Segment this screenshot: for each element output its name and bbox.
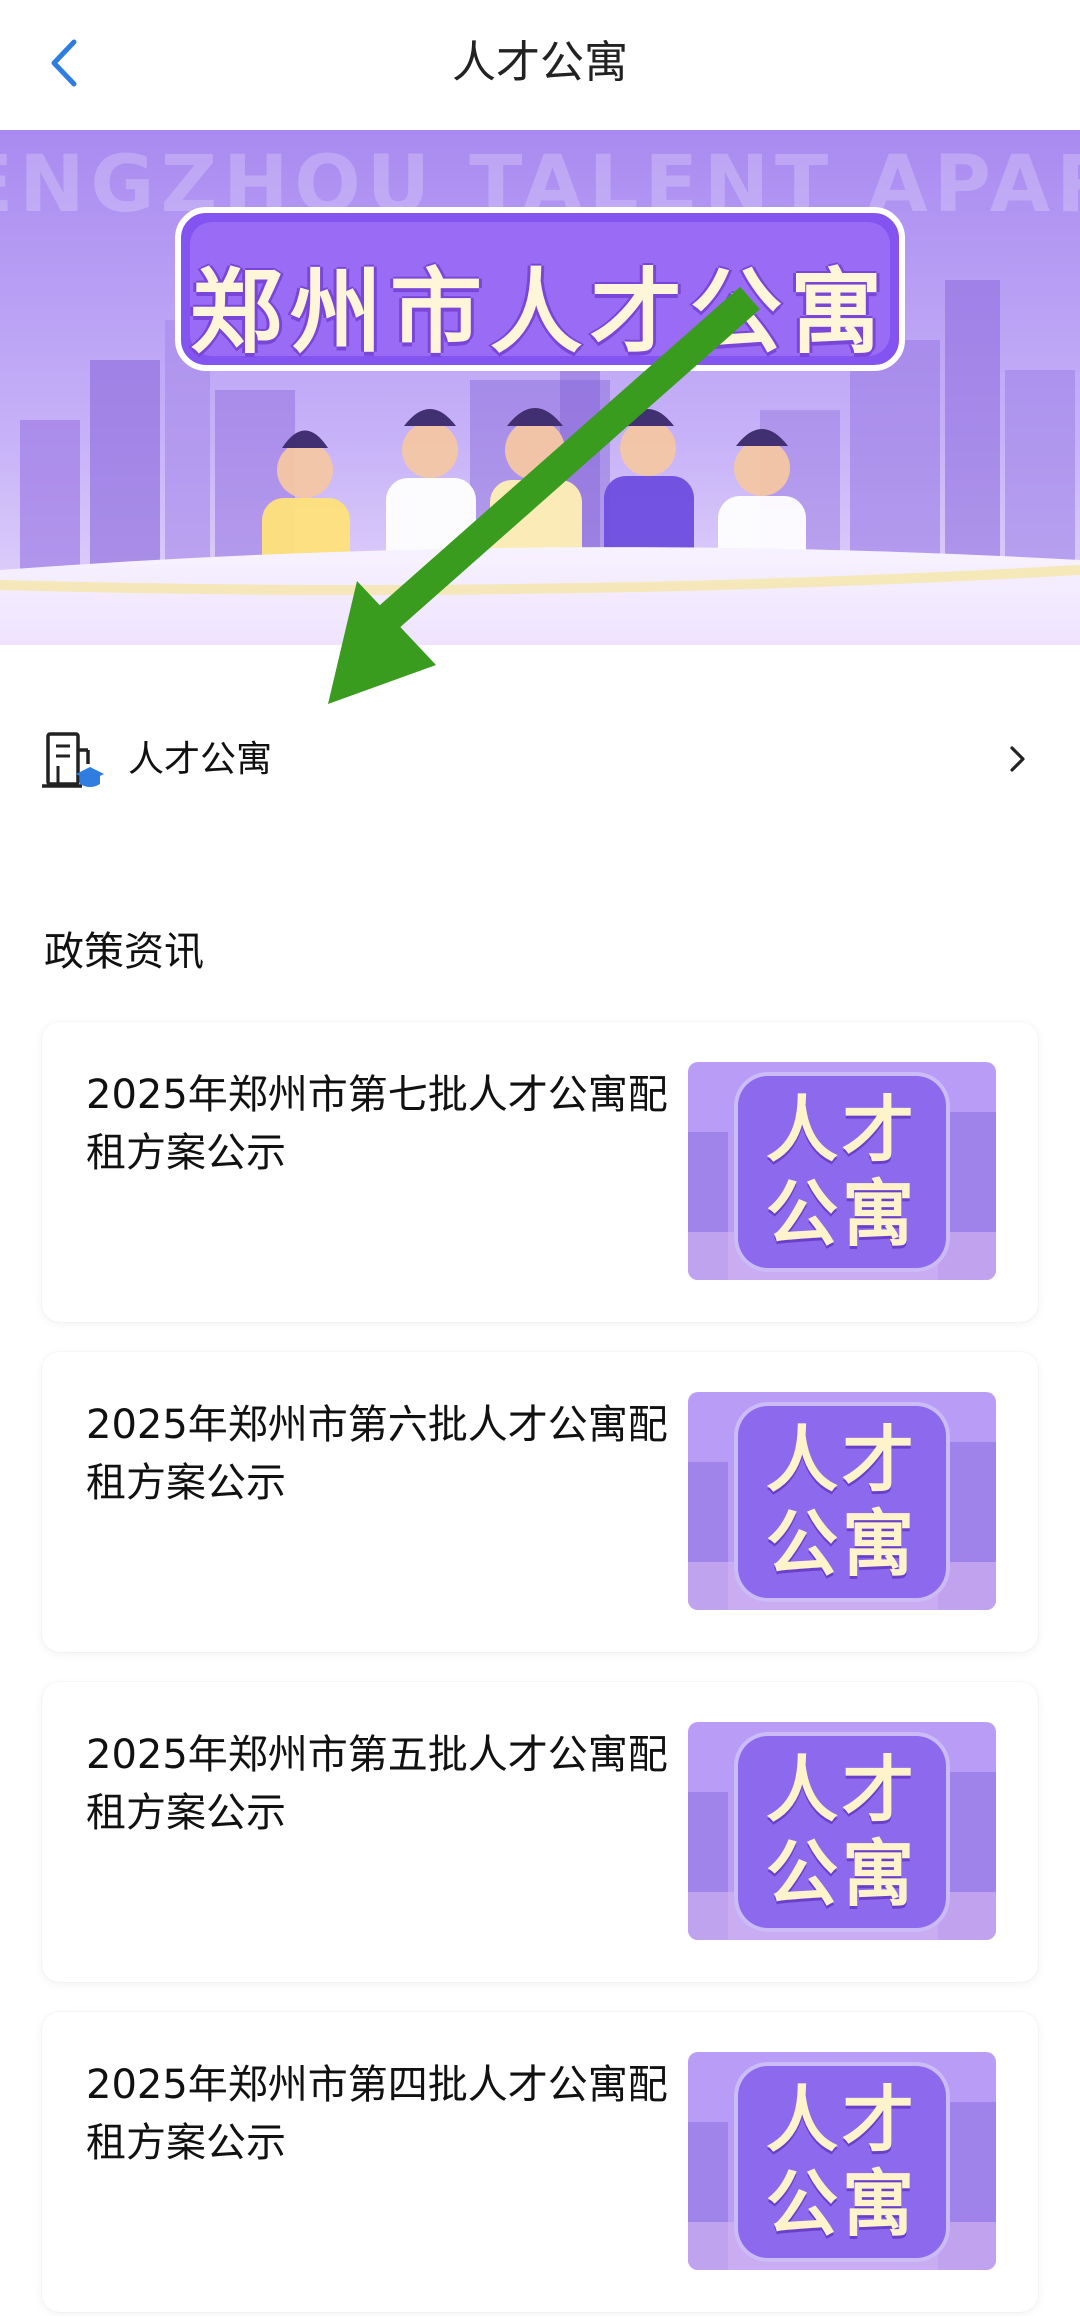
building-graduation-icon: [42, 732, 104, 788]
article-thumbnail: 人才 公寓: [688, 1392, 996, 1610]
article-thumbnail: 人才 公寓: [688, 1062, 996, 1280]
article-card[interactable]: 2025年郑州市第四批人才公寓配租方案公示 人才 公寓: [42, 2012, 1038, 2312]
thumbnail-line-1: 人才: [765, 1418, 918, 1502]
article-card[interactable]: 2025年郑州市第五批人才公寓配租方案公示 人才 公寓: [42, 1682, 1038, 1982]
thumbnail-label: 人才 公寓: [734, 1072, 950, 1272]
thumbnail-line-1: 人才: [765, 2078, 918, 2162]
banner-title: 郑州市人才公寓: [189, 259, 890, 366]
article-title: 2025年郑州市第七批人才公寓配租方案公示: [86, 1072, 668, 1176]
article-title: 2025年郑州市第五批人才公寓配租方案公示: [86, 1732, 668, 1836]
thumbnail-line-2: 公寓: [765, 1172, 918, 1256]
article-card[interactable]: 2025年郑州市第六批人才公寓配租方案公示 人才 公寓: [42, 1352, 1038, 1652]
article-thumbnail: 人才 公寓: [688, 2052, 996, 2270]
entry-label: 人才公寓: [128, 739, 273, 780]
chevron-right-icon: [1010, 746, 1025, 772]
talent-apartment-entry[interactable]: 人才公寓: [0, 700, 1080, 820]
article-title: 2025年郑州市第四批人才公寓配租方案公示: [86, 2062, 668, 2166]
nav-header: 人才公寓: [0, 0, 1080, 130]
article-card[interactable]: 2025年郑州市第七批人才公寓配租方案公示 人才 公寓: [42, 1022, 1038, 1322]
thumbnail-label: 人才 公寓: [734, 1732, 950, 1932]
page-title: 人才公寓: [452, 37, 628, 88]
banner[interactable]: ENGZHOU TALENT APARTME 郑州市人才公寓: [0, 130, 1080, 645]
thumbnail-line-2: 公寓: [765, 1502, 918, 1586]
thumbnail-line-2: 公寓: [765, 2162, 918, 2246]
thumbnail-label: 人才 公寓: [734, 2062, 950, 2262]
thumbnail-line-1: 人才: [765, 1088, 918, 1172]
policy-section-title: 政策资讯: [44, 929, 204, 975]
page: 人才公寓 ENGZHOU TALENT APA 郑州市人才公寓 人才公寓 政策资…: [0, 0, 1080, 2316]
thumbnail-label: 人才 公寓: [734, 1402, 950, 1602]
thumbnail-line-1: 人才: [765, 1748, 918, 1832]
article-thumbnail: 人才 公寓: [688, 1722, 996, 1940]
banner-background-text: ENGZHOU TALENT APARTME: [0, 140, 1080, 230]
thumbnail-line-2: 公寓: [765, 1832, 918, 1916]
article-title: 2025年郑州市第六批人才公寓配租方案公示: [86, 1402, 668, 1506]
